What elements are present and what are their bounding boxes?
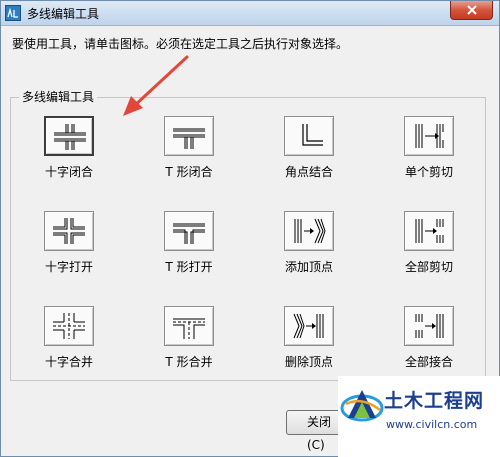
tee-open-button[interactable]	[164, 211, 214, 251]
window-close-button[interactable]	[450, 1, 493, 20]
corner-joint-button[interactable]	[284, 116, 334, 156]
tool-label: 十字打开	[44, 260, 93, 274]
title-bar[interactable]: 多线编辑工具	[1, 1, 499, 26]
tool-label: 全部剪切	[404, 260, 453, 274]
tool-cut-single: 单个剪切	[389, 116, 469, 186]
watermark: 土木工程网 www.civilcn.com	[338, 376, 500, 457]
tools-group-label: 多线编辑工具	[19, 88, 98, 105]
window-title: 多线编辑工具	[27, 7, 100, 21]
tool-label: T 形合并	[165, 355, 213, 369]
cut-all-icon	[415, 219, 444, 243]
tee-open-icon	[173, 223, 205, 244]
cross-open-icon	[53, 218, 85, 244]
civil-logo-icon	[340, 390, 384, 422]
tool-label: T 形打开	[165, 260, 213, 274]
tool-label: 十字合并	[44, 355, 93, 369]
tool-label: 角点结合	[284, 165, 333, 179]
tool-corner-joint: 角点结合	[269, 116, 349, 186]
cross-open-button[interactable]	[44, 211, 94, 251]
tool-label: 添加顶点	[284, 260, 333, 274]
tool-cross-closed: 十字闭合	[29, 116, 109, 186]
tool-cross-open: 十字打开	[29, 211, 109, 281]
tool-tee-closed: T 形闭合	[149, 116, 229, 186]
add-vertex-button[interactable]	[284, 211, 334, 251]
cross-merged-icon	[53, 313, 85, 339]
cut-single-icon	[415, 124, 444, 148]
watermark-url: www.civilcn.com	[386, 418, 478, 431]
tool-label: 删除顶点	[284, 355, 333, 369]
add-vertex-icon	[294, 218, 326, 244]
tee-closed-icon	[173, 128, 205, 149]
tool-cross-merged: 十字合并	[29, 306, 109, 376]
tee-merged-icon	[173, 318, 205, 339]
weld-all-button[interactable]	[404, 306, 454, 346]
tool-tee-open: T 形打开	[149, 211, 229, 281]
tool-weld-all: 全部接合	[389, 306, 469, 376]
cross-merged-button[interactable]	[44, 306, 94, 346]
tool-label: T 形闭合	[165, 165, 213, 179]
tee-merged-button[interactable]	[164, 306, 214, 346]
watermark-name: 土木工程网	[384, 390, 485, 412]
app-icon	[5, 5, 21, 21]
tool-tee-merged: T 形合并	[149, 306, 229, 376]
tool-label: 十字闭合	[44, 165, 93, 179]
delete-vertex-button[interactable]	[284, 306, 334, 346]
annotation-arrow	[123, 55, 189, 116]
cross-closed-icon	[54, 124, 86, 150]
tee-closed-button[interactable]	[164, 116, 214, 156]
cut-single-button[interactable]	[404, 116, 454, 156]
cut-all-button[interactable]	[404, 211, 454, 251]
tool-label: 单个剪切	[404, 165, 453, 179]
delete-vertex-icon	[293, 313, 324, 339]
cross-closed-button[interactable]	[44, 116, 94, 156]
weld-all-icon	[415, 314, 444, 338]
instruction-text: 要使用工具，请单击图标。必须在选定工具之后执行对象选择。	[12, 37, 349, 51]
corner-joint-icon	[302, 124, 323, 146]
tool-cut-all: 全部剪切	[389, 211, 469, 281]
tool-add-vertex: 添加顶点	[269, 211, 349, 281]
close-icon	[467, 5, 477, 15]
tool-label: 全部接合	[404, 355, 453, 369]
tool-delete-vertex: 删除顶点	[269, 306, 349, 376]
